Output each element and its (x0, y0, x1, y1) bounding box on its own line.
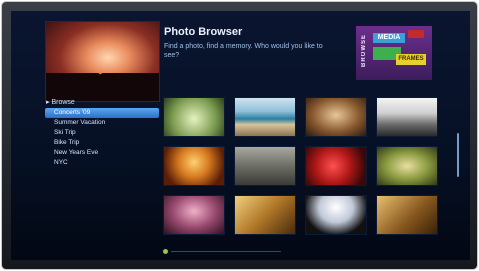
sidebar-item-summer-vacation[interactable]: Summer Vacation (45, 118, 159, 128)
interior-thumb[interactable] (305, 97, 367, 137)
building-thumb[interactable] (234, 146, 296, 186)
logo-red-block (408, 30, 424, 38)
featured-photo[interactable] (45, 21, 160, 102)
media-logo: BROWSE MEDIA FRAMES (356, 26, 432, 80)
red-flowers-thumb[interactable] (305, 146, 367, 186)
pink-thumb[interactable] (163, 195, 225, 235)
sunset-thumb[interactable] (163, 146, 225, 186)
sidebar: ▸ Browse Concerts '09 Summer Vacation Sk… (45, 97, 159, 257)
page-subtitle: Find a photo, find a memory. Who would y… (164, 43, 323, 59)
screen: Photo Browser Find a photo, find a memor… (11, 11, 470, 260)
sidebar-item-bike-trip[interactable]: Bike Trip (45, 138, 159, 148)
snow-thumb[interactable] (376, 97, 438, 137)
beach-thumb[interactable] (234, 97, 296, 137)
sidebar-item-concerts[interactable]: Concerts '09 (45, 108, 159, 118)
silhouette-thumb[interactable] (305, 195, 367, 235)
flower-thumb[interactable] (163, 97, 225, 137)
logo-media-text: MEDIA (373, 33, 405, 43)
album-list: Concerts '09 Summer Vacation Ski Trip Bi… (45, 108, 159, 168)
photo-grid (163, 97, 453, 243)
logo-bottom-text: FRAMES (396, 54, 426, 65)
sidebar-header[interactable]: ▸ Browse (46, 98, 75, 106)
sidebar-item-ski-trip[interactable]: Ski Trip (45, 128, 159, 138)
status-divider (171, 251, 281, 252)
leaf-thumb[interactable] (376, 146, 438, 186)
gold-thumb[interactable] (234, 195, 296, 235)
sidebar-item-new-years-eve[interactable]: New Years Eve (45, 148, 159, 158)
abstract-thumb[interactable] (376, 195, 438, 235)
sidebar-item-nyc[interactable]: NYC (45, 158, 159, 168)
status-indicator-icon (163, 249, 168, 254)
page-title: Photo Browser (164, 26, 243, 38)
logo-vertical-text: BROWSE (361, 34, 367, 67)
grid-scrollbar[interactable] (457, 133, 459, 177)
